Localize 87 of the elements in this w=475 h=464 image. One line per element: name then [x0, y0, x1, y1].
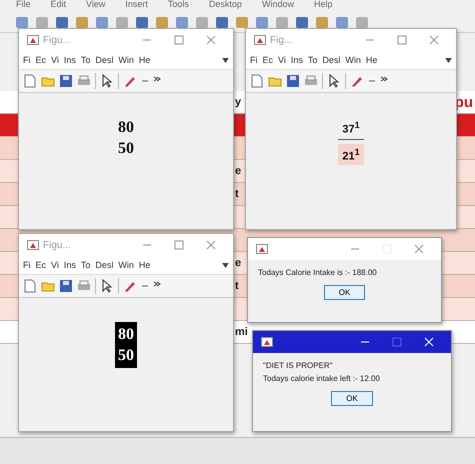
menu-item[interactable]: View: [86, 0, 106, 12]
menu-item[interactable]: He: [138, 55, 150, 65]
toolbar-icon[interactable]: [16, 16, 28, 28]
menu-item[interactable]: Edit: [50, 0, 66, 12]
menu-item[interactable]: He: [138, 260, 150, 270]
menu-item[interactable]: Tools: [168, 0, 189, 12]
brush-icon[interactable]: [123, 74, 137, 88]
menu-item[interactable]: Ins: [290, 55, 303, 65]
toolbar-icon[interactable]: [136, 16, 148, 28]
figure-icon: [254, 35, 266, 45]
toolbar-icon[interactable]: [196, 16, 208, 28]
toolbar-icon[interactable]: [116, 16, 128, 28]
menu-item[interactable]: Desl: [95, 55, 114, 65]
figure-icon: [256, 244, 268, 254]
toolbar-icon[interactable]: [56, 16, 68, 28]
pointer-icon[interactable]: [100, 279, 114, 293]
toolbar-icon[interactable]: [76, 16, 88, 28]
menu-item[interactable]: Desl: [95, 260, 114, 270]
menu-item[interactable]: File: [16, 0, 31, 12]
menu-item[interactable]: Insert: [125, 0, 148, 12]
menu-item[interactable]: Ins: [64, 55, 76, 65]
printer-icon[interactable]: [77, 279, 91, 293]
toolbar-icon[interactable]: [336, 16, 348, 28]
menu-item[interactable]: Window: [262, 0, 294, 12]
window-title: Fig...: [270, 34, 294, 46]
figure-text: 37$^{1}$ 21$^{1}$: [338, 117, 364, 166]
new-file-icon[interactable]: [250, 74, 264, 88]
toolbar-icon[interactable]: [96, 16, 108, 28]
menu-item[interactable]: Ec: [36, 55, 46, 65]
window-title: Figu...: [43, 240, 72, 250]
ok-button[interactable]: OK: [324, 285, 366, 300]
menu-item[interactable]: Win: [118, 260, 134, 270]
pointer-icon[interactable]: [100, 74, 114, 88]
new-file-icon[interactable]: [23, 74, 37, 88]
table-cell-text: e: [235, 257, 242, 269]
menu-item[interactable]: Desktop: [208, 0, 242, 12]
menu-item[interactable]: Win: [345, 55, 361, 65]
brush-icon[interactable]: [123, 279, 137, 293]
menu-item[interactable]: Fi: [23, 55, 30, 65]
menu-item[interactable]: To: [308, 55, 318, 65]
menu-item[interactable]: Ec: [262, 55, 274, 65]
toolbar-icon[interactable]: [296, 16, 308, 28]
menu-item[interactable]: Fi: [250, 55, 258, 65]
table-cell-text: y: [235, 96, 242, 108]
message-text: Todays Calorie Intake is :- 188.00: [258, 267, 377, 279]
menu-item[interactable]: Vi: [278, 55, 286, 65]
pointer-icon[interactable]: [327, 74, 341, 88]
menu-item[interactable]: He: [366, 55, 378, 65]
ok-button[interactable]: OK: [331, 391, 373, 406]
save-icon[interactable]: [286, 74, 300, 88]
toolbar-icon[interactable]: [156, 16, 168, 28]
table-cell-text: e: [235, 165, 242, 177]
menu-item[interactable]: Vi: [51, 260, 59, 270]
menu-item[interactable]: To: [80, 55, 90, 65]
figure-icon: [27, 35, 39, 45]
message-text: Todays calorie intake left :- 12.00: [263, 373, 380, 385]
menu-item[interactable]: Ec: [36, 260, 46, 270]
figure-icon: [261, 337, 273, 347]
toolbar-icon[interactable]: [236, 16, 248, 28]
toolbar-icon[interactable]: [276, 16, 288, 28]
figure-icon: [27, 240, 39, 250]
menu-item[interactable]: Vi: [51, 55, 59, 65]
table-cell-text: mi: [235, 326, 248, 338]
toolbar-icon[interactable]: [356, 16, 368, 28]
message-text: "DIET IS PROPER": [263, 360, 333, 372]
toolbar-icon[interactable]: [316, 16, 328, 28]
save-icon[interactable]: [59, 74, 73, 88]
printer-icon[interactable]: [77, 74, 91, 88]
window-title: Figu...: [43, 34, 72, 46]
menu-item[interactable]: To: [80, 260, 90, 270]
figure-text: 80 50: [115, 322, 137, 368]
table-cell-text: t: [235, 188, 239, 200]
table-cell-text: t: [235, 280, 239, 292]
new-file-icon[interactable]: [23, 279, 37, 293]
menu-item[interactable]: Help: [314, 0, 332, 12]
menu-item[interactable]: Win: [118, 55, 134, 65]
menu-item[interactable]: Fi: [23, 260, 30, 270]
menu-item[interactable]: Ins: [64, 260, 76, 270]
brush-icon[interactable]: [350, 74, 364, 88]
toolbar-icon[interactable]: [216, 16, 228, 28]
save-icon[interactable]: [59, 279, 73, 293]
toolbar-icon[interactable]: [256, 16, 268, 28]
toolbar-icon[interactable]: [176, 16, 188, 28]
toolbar-icon[interactable]: [36, 16, 48, 28]
menu-item[interactable]: Desl: [322, 55, 340, 65]
figure-text: 80 50: [118, 118, 134, 159]
printer-icon[interactable]: [304, 74, 318, 88]
